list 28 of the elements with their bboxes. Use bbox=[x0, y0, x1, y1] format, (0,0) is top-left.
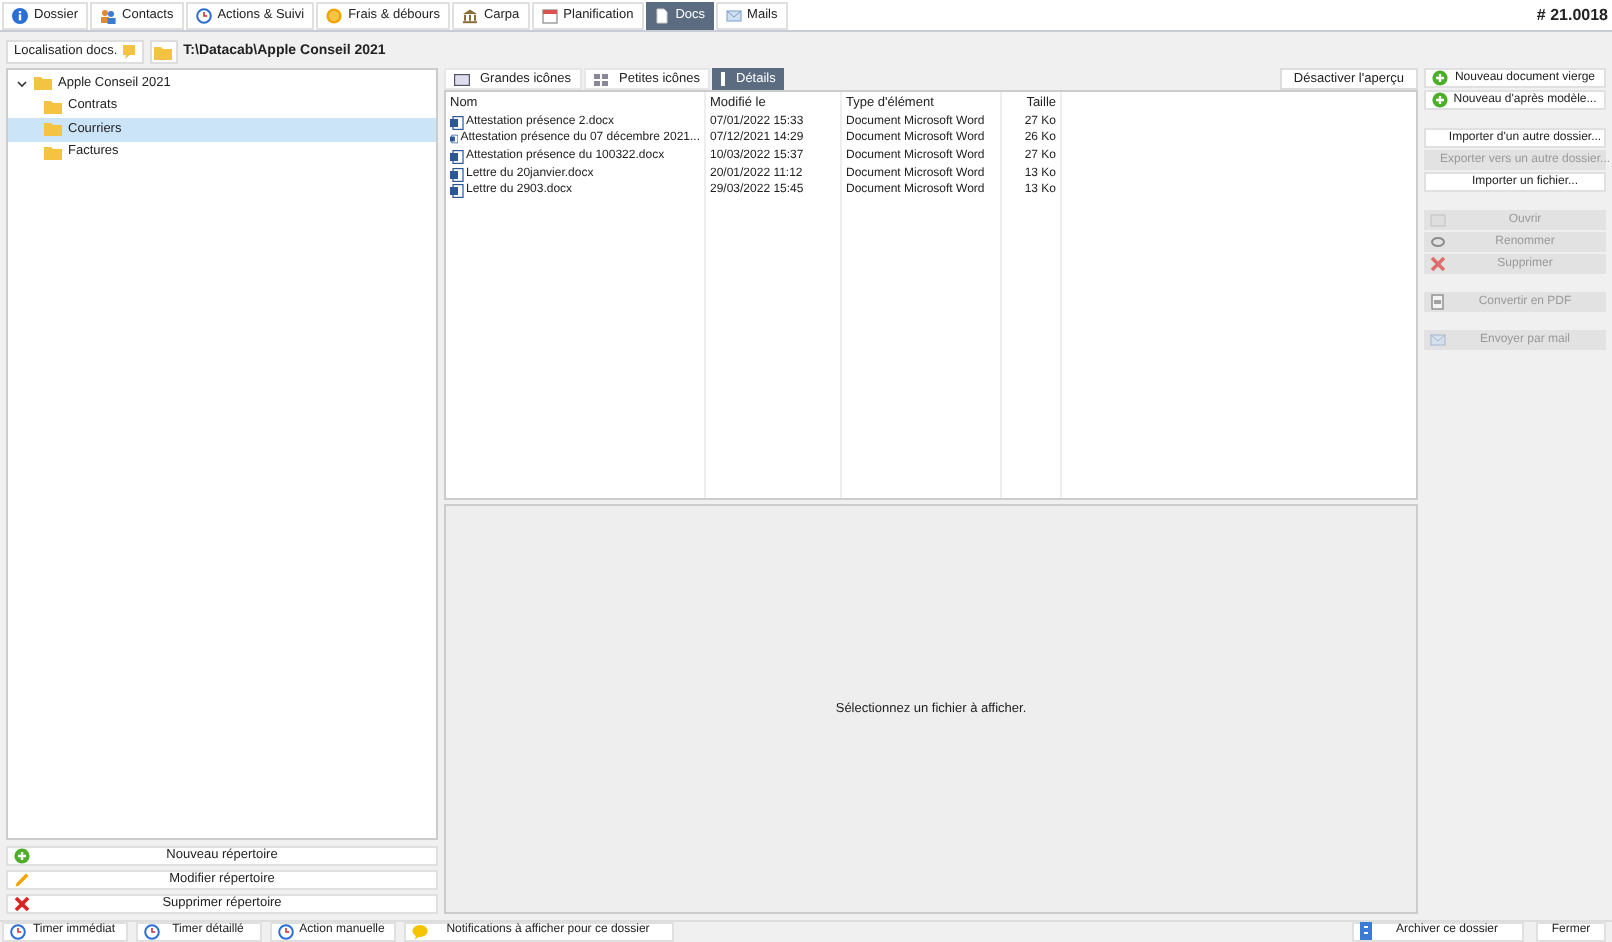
clock-icon bbox=[10, 923, 26, 939]
plus-icon bbox=[14, 848, 30, 864]
bank-icon bbox=[461, 7, 478, 23]
clock-icon bbox=[195, 7, 212, 23]
document-icon bbox=[653, 7, 670, 23]
cross-icon bbox=[1430, 256, 1446, 272]
calendar-icon bbox=[541, 7, 558, 23]
archive-icon bbox=[1360, 922, 1372, 940]
coin-icon bbox=[326, 7, 343, 23]
speech-bubble-icon bbox=[412, 923, 428, 939]
chevron-icon[interactable] bbox=[16, 77, 28, 90]
plus-icon bbox=[1432, 70, 1448, 86]
details-icon bbox=[720, 72, 726, 86]
envelope-icon bbox=[1430, 332, 1446, 348]
envelope-icon bbox=[725, 7, 742, 23]
note-icon bbox=[121, 44, 136, 60]
folder-icon bbox=[154, 45, 173, 59]
people-icon bbox=[100, 7, 117, 23]
clock-icon bbox=[278, 923, 294, 939]
small-icons-icon bbox=[593, 73, 610, 85]
folder-icon bbox=[1430, 212, 1446, 228]
info-icon bbox=[12, 7, 28, 23]
pencil-icon bbox=[14, 872, 30, 888]
plus-icon bbox=[1432, 92, 1448, 108]
case-number: # 21.0018 bbox=[1536, 3, 1610, 27]
clock-icon bbox=[144, 923, 160, 939]
large-icons-icon bbox=[454, 73, 470, 85]
cross-icon bbox=[14, 896, 30, 912]
